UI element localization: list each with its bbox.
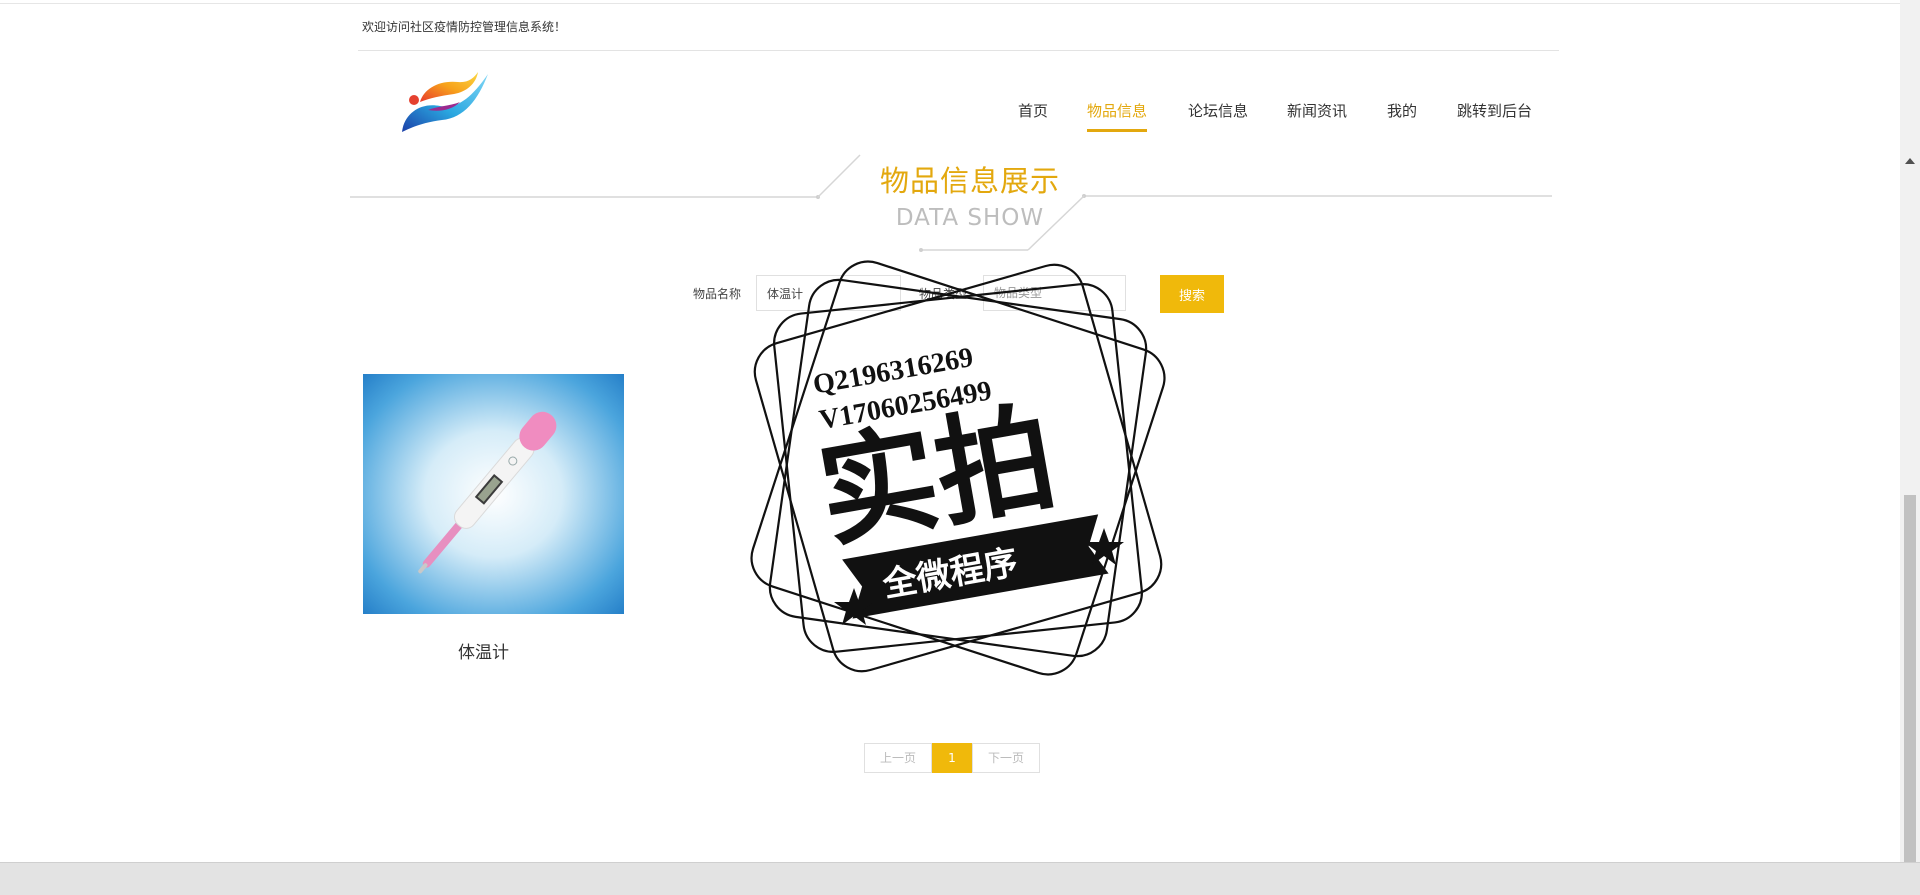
section-title: 物品信息展示 (879, 164, 1060, 198)
main-nav: 首页 物品信息 论坛信息 新闻资讯 我的 跳转到后台 (0, 100, 1900, 132)
footer-band (0, 862, 1920, 895)
nav-item-news[interactable]: 新闻资讯 (1287, 100, 1347, 129)
section-subtitle: DATA SHOW (895, 205, 1045, 231)
scroll-thumb[interactable] (1904, 495, 1916, 862)
search-bar: 物品名称 物品类型 搜索 (0, 273, 1900, 315)
divider (358, 50, 1559, 51)
scroll-up-icon[interactable] (1905, 158, 1915, 164)
scrollbar[interactable] (1900, 0, 1920, 862)
next-page-button[interactable]: 下一页 (972, 743, 1040, 773)
prev-page-button[interactable]: 上一页 (864, 743, 932, 773)
item-name-input[interactable] (756, 275, 901, 311)
nav-item-items[interactable]: 物品信息 (1087, 100, 1148, 132)
section-heading: 物品信息展示 DATA SHOW (350, 150, 1552, 260)
pagination: 上一页 1 下一页 (864, 743, 1040, 773)
top-strip (0, 0, 1900, 4)
item-type-input[interactable] (983, 275, 1126, 311)
nav-item-admin[interactable]: 跳转到后台 (1457, 100, 1532, 129)
nav-item-mine[interactable]: 我的 (1387, 100, 1417, 129)
item-type-label: 物品类型 (919, 287, 968, 301)
item-name-label: 物品名称 (693, 287, 742, 301)
welcome-text: 欢迎访问社区疫情防控管理信息系统！ (362, 20, 567, 34)
page: 欢迎访问社区疫情防控管理信息系统！ 首页 物品信息 论坛信息 新闻资讯 我的 跳… (0, 0, 1900, 862)
nav-item-home[interactable]: 首页 (1018, 100, 1048, 129)
current-page-button[interactable]: 1 (932, 743, 972, 773)
search-button[interactable]: 搜索 (1160, 275, 1224, 313)
nav-item-forum[interactable]: 论坛信息 (1188, 100, 1248, 129)
product-name[interactable]: 体温计 (363, 638, 624, 663)
thermometer-image[interactable] (363, 374, 624, 614)
product-card[interactable]: 体温计 (363, 374, 624, 663)
